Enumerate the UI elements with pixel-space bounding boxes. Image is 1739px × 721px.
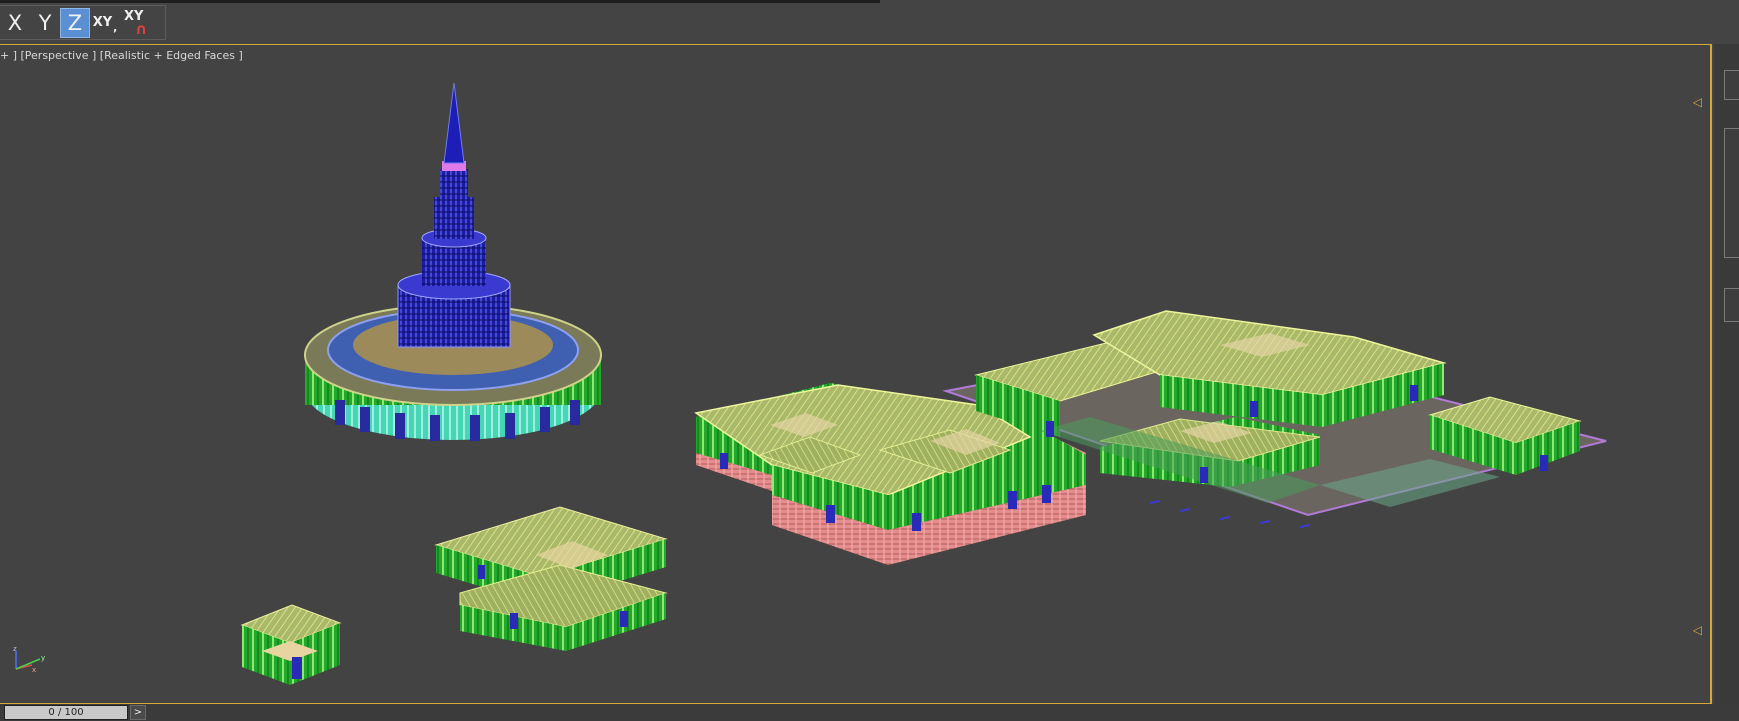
axis-tripod-x: x (32, 666, 36, 674)
command-panel-rollout-small[interactable] (1724, 288, 1739, 322)
axis-y-button[interactable]: Y (30, 8, 60, 38)
viewport-edge-marker-top: ◁ (1692, 95, 1702, 109)
axis-x-button[interactable]: X (0, 8, 30, 38)
time-slider-bar: 0 / 100 > (0, 704, 1739, 721)
command-panel-rollout[interactable] (1724, 128, 1739, 258)
axis-tripod-y: y (41, 654, 45, 662)
viewport-scene (240, 82, 1607, 685)
axis-constraints-toolbar: X Y Z XY, XY ∩ (0, 0, 1739, 44)
axis-tripod-z: z (13, 645, 17, 653)
magnet-icon: ∩ (135, 19, 148, 38)
axis-xy-label: XY (92, 15, 113, 30)
axis-z-button[interactable]: Z (60, 7, 90, 38)
command-panel-edge (1714, 44, 1739, 704)
time-slider[interactable]: 0 / 100 (4, 705, 128, 720)
axis-constraint-group: X Y Z XY, XY ∩ (0, 5, 166, 40)
axis-xy-comma: , (113, 21, 118, 34)
axis-xy-snap-button[interactable]: XY ∩ (120, 7, 154, 39)
axis-xy-button[interactable]: XY, (90, 8, 120, 38)
command-panel-tab[interactable] (1724, 70, 1739, 100)
tower-rotunda-model[interactable] (304, 82, 602, 441)
max-application: X Y Z XY, XY ∩ +] [Perspective] [Reali… (0, 0, 1739, 721)
next-frame-button[interactable]: > (130, 705, 146, 720)
gallery-block-model[interactable] (434, 506, 668, 651)
viewport-edge-marker-bottom: ◁ (1692, 623, 1702, 637)
small-pavilion-model[interactable] (240, 604, 342, 685)
axis-tripod-icon: z x y (13, 645, 45, 674)
perspective-viewport[interactable]: + ] [Perspective ] [Realistic + Edged Fa… (0, 44, 1712, 704)
toolbar-divider (0, 0, 880, 3)
viewport-label[interactable]: + ] [Perspective ] [Realistic + Edged Fa… (0, 49, 243, 62)
